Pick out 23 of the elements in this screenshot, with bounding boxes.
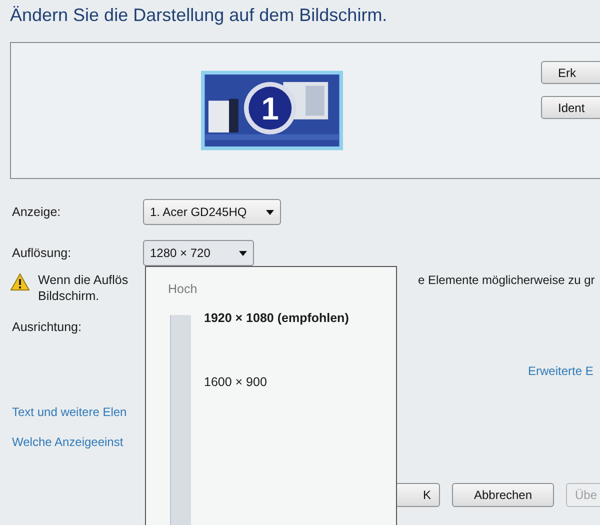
resolution-option[interactable]: 1920 × 1080 (empfohlen) xyxy=(204,311,349,325)
field-label: Anzeige: xyxy=(12,205,62,219)
monitor-drawing[interactable]: 1 xyxy=(201,68,343,153)
preview-button[interactable]: Ident xyxy=(541,96,600,119)
help-link[interactable]: Text und weitere Elen xyxy=(12,405,127,419)
warning-text: Wenn die Auflös xyxy=(38,273,130,287)
caret-icon xyxy=(266,210,274,214)
slider-label: Hoch xyxy=(168,282,198,296)
page-title: Ändern Sie die Darstellung auf dem Bildschirm. xyxy=(10,5,388,26)
resolution-dropdown[interactable]: 1280 × 720 xyxy=(143,240,254,266)
resolution-option[interactable]: 1600 × 900 xyxy=(204,375,349,389)
warning-icon xyxy=(10,273,30,291)
advanced-settings-link[interactable]: Erweiterte E xyxy=(528,364,594,378)
preview-button[interactable]: Erk xyxy=(541,61,600,84)
help-link[interactable]: Welche Anzeigeeinst xyxy=(12,435,127,449)
display-dropdown[interactable]: 1. Acer GD245HQ xyxy=(143,199,281,225)
dialog-button[interactable]: Abbrechen xyxy=(452,483,554,507)
warning-text: Bildschirm. xyxy=(38,289,100,303)
field-label: Auflösung: xyxy=(12,246,72,260)
warning-text: e Elemente möglicherweise zu gr xyxy=(418,273,595,287)
caret-icon xyxy=(239,250,247,256)
field-label: Ausrichtung: xyxy=(12,320,82,334)
slider-track[interactable] xyxy=(170,315,191,525)
